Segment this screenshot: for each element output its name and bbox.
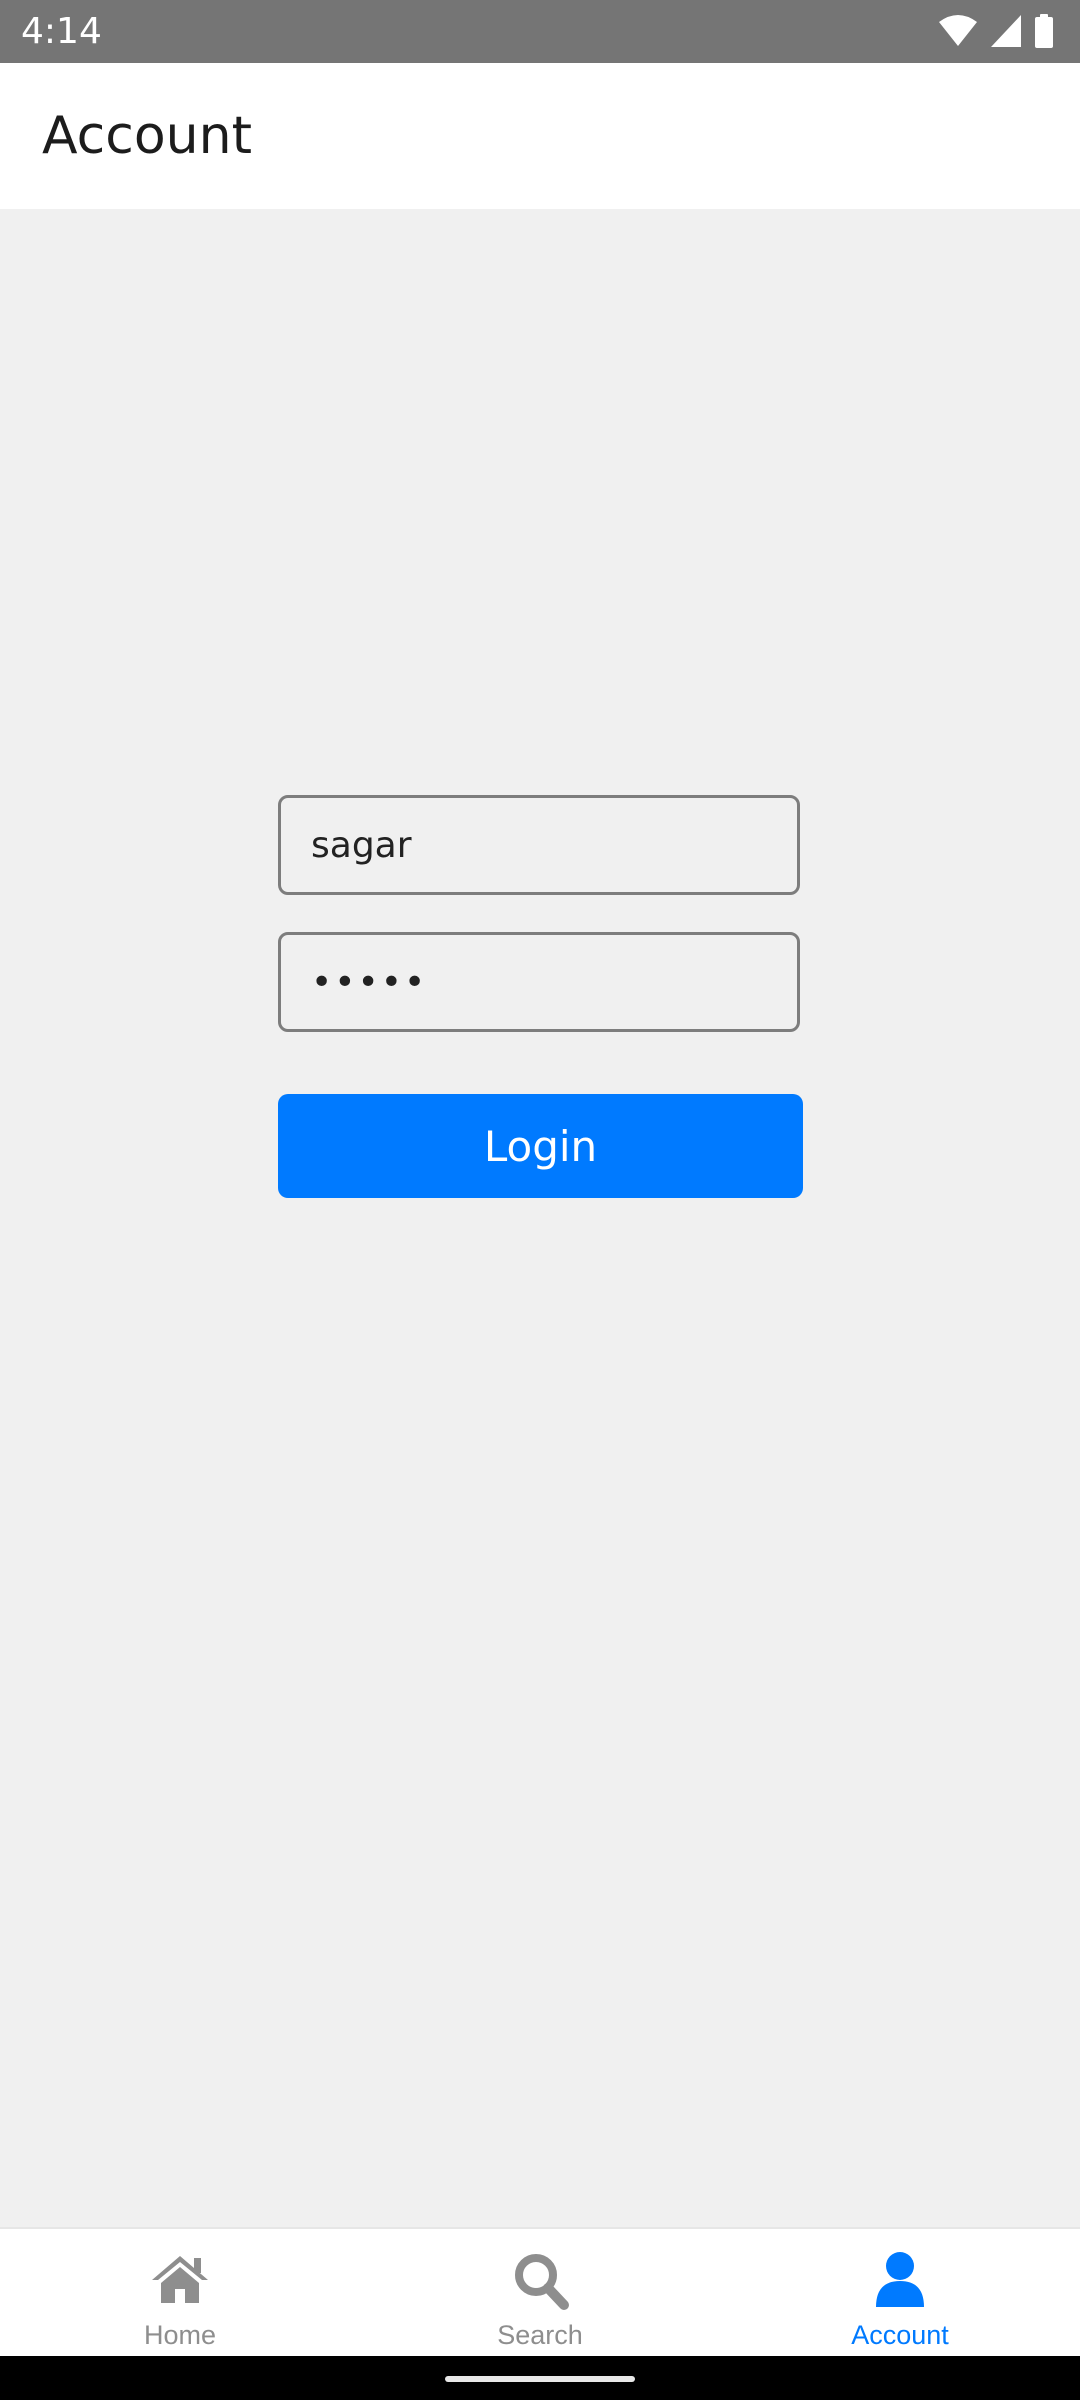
wifi-icon: [938, 14, 978, 48]
login-button[interactable]: Login: [278, 1094, 803, 1198]
battery-icon: [1034, 14, 1054, 48]
gesture-nav-bar: [0, 2356, 1080, 2400]
tab-search[interactable]: Search: [360, 2229, 720, 2356]
status-bar: 4:14: [0, 0, 1080, 63]
search-icon: [510, 2249, 570, 2311]
bottom-tab-bar: Home Search Account: [0, 2227, 1080, 2356]
app-header: Account: [0, 63, 1080, 209]
main-content: [0, 209, 1080, 2228]
tab-account[interactable]: Account: [720, 2229, 1080, 2356]
page-title: Account: [42, 106, 252, 166]
cell-signal-icon: [990, 14, 1022, 48]
gesture-handle[interactable]: [445, 2376, 635, 2382]
username-field[interactable]: [278, 795, 800, 895]
tab-search-label: Search: [497, 2320, 583, 2350]
tab-home[interactable]: Home: [0, 2229, 360, 2356]
status-time: 4:14: [21, 11, 102, 52]
password-field[interactable]: [278, 932, 800, 1032]
user-icon: [870, 2249, 930, 2311]
status-icons: [938, 14, 1054, 48]
home-icon: [150, 2249, 210, 2311]
tab-home-label: Home: [143, 2320, 217, 2350]
tab-account-label: Account: [851, 2320, 949, 2350]
